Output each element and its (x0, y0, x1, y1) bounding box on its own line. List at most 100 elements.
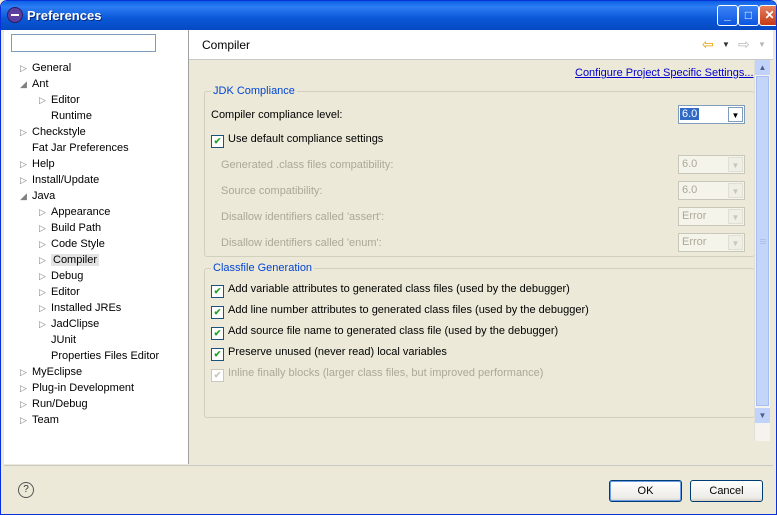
tree-item-properties-files-editor[interactable]: Properties Files Editor (39, 348, 159, 364)
page-header: Compiler ⇦ ▼ ⇨ ▼ (189, 30, 773, 60)
tree-item-label: Appearance (51, 206, 111, 218)
filter-input[interactable] (11, 34, 156, 52)
line-number-label: Add line number attributes to generated … (228, 304, 589, 316)
tree-item-code-style[interactable]: ▷ Code Style (39, 236, 105, 252)
tree-item-editor[interactable]: ▷ Editor (39, 284, 80, 300)
help-icon[interactable]: ? (18, 482, 34, 498)
collapsed-icon[interactable]: ▷ (39, 220, 51, 236)
source-file-name-label: Add source file name to generated class … (228, 325, 559, 337)
classfile-generation-legend: Classfile Generation (211, 262, 315, 274)
minimize-button[interactable]: _ (717, 5, 738, 26)
tree-item-appearance[interactable]: ▷ Appearance (39, 204, 110, 220)
variable-attributes-checkbox[interactable]: ✔ Add variable attributes to generated cl… (211, 282, 570, 298)
use-default-checkbox[interactable]: ✔ Use default compliance settings (211, 132, 384, 148)
collapsed-icon[interactable]: ▷ (39, 284, 51, 300)
compliance-level-label: Compiler compliance level: (211, 109, 343, 121)
maximize-button[interactable]: □ (738, 5, 759, 26)
preferences-window: Preferences _ □ ✕ ▷ General ◢ Ant ▷ Editor Run… (0, 0, 777, 515)
collapsed-icon[interactable]: ▷ (20, 60, 32, 76)
scroll-down-icon[interactable]: ▼ (755, 408, 770, 423)
checkmark-icon: ✔ (211, 348, 224, 361)
page-title: Compiler (202, 38, 251, 52)
back-dropdown-icon[interactable]: ▼ (722, 40, 730, 49)
collapsed-icon[interactable]: ▷ (20, 364, 32, 380)
enum-value: Error (682, 236, 707, 248)
back-arrow-icon[interactable]: ⇦ (702, 36, 714, 53)
expanded-icon[interactable]: ◢ (20, 188, 32, 204)
collapsed-icon[interactable]: ▷ (20, 412, 32, 428)
configure-project-link[interactable]: Configure Project Specific Settings... (575, 67, 754, 79)
collapsed-icon[interactable]: ▷ (39, 204, 51, 220)
preserve-unused-checkbox[interactable]: ✔ Preserve unused (never read) local vari… (211, 345, 447, 361)
assert-label: Disallow identifiers called 'assert': (221, 211, 385, 223)
tree-item-run-debug[interactable]: ▷ Run/Debug (20, 396, 88, 412)
scroll-thumb[interactable]: — — — (756, 76, 769, 406)
tree-item-label: JUnit (51, 334, 77, 346)
chevron-down-icon: ▼ (728, 209, 743, 224)
tree-item-jadclipse[interactable]: ▷ JadClipse (39, 316, 99, 332)
expanded-icon[interactable]: ◢ (20, 76, 32, 92)
tree-item-myeclipse[interactable]: ▷ MyEclipse (20, 364, 82, 380)
tree-item-general[interactable]: ▷ General (20, 60, 71, 76)
checkmark-icon: ✔ (211, 327, 224, 340)
tree-item-checkstyle[interactable]: ▷ Checkstyle (20, 124, 86, 140)
eclipse-icon (7, 7, 23, 23)
collapsed-icon[interactable]: ▷ (39, 92, 51, 108)
scroll-up-icon[interactable]: ▲ (755, 60, 770, 75)
cancel-button[interactable]: Cancel (690, 480, 763, 502)
tree-item-label: Ant (32, 78, 49, 90)
tree-item-junit[interactable]: JUnit (39, 332, 76, 348)
checkmark-icon: ✔ (211, 135, 224, 148)
tree-item-label: Editor (51, 286, 80, 298)
tree-item-help[interactable]: ▷ Help (20, 156, 55, 172)
checkmark-icon: ✔ (211, 369, 224, 382)
collapsed-icon[interactable]: ▷ (39, 252, 51, 268)
line-number-checkbox[interactable]: ✔ Add line number attributes to generated… (211, 303, 589, 319)
chevron-down-icon[interactable]: ▼ (728, 107, 743, 122)
variable-attributes-label: Add variable attributes to generated cla… (228, 283, 570, 295)
forward-arrow-icon[interactable]: ⇨ (738, 36, 750, 53)
close-button[interactable]: ✕ (759, 5, 776, 26)
collapsed-icon[interactable]: ▷ (20, 156, 32, 172)
tree-item-label: Install/Update (32, 174, 100, 186)
source-file-name-checkbox[interactable]: ✔ Add source file name to generated class… (211, 324, 559, 340)
collapsed-icon[interactable]: ▷ (39, 300, 51, 316)
tree-item-label: Fat Jar Preferences (32, 142, 129, 154)
tree-item-team[interactable]: ▷ Team (20, 412, 59, 428)
tree-item-plug-in-development[interactable]: ▷ Plug-in Development (20, 380, 134, 396)
window-title: Preferences (27, 8, 102, 23)
collapsed-icon[interactable]: ▷ (39, 268, 51, 284)
tree-item-install-update[interactable]: ▷ Install/Update (20, 172, 99, 188)
collapsed-icon[interactable]: ▷ (39, 236, 51, 252)
tree-item-label: Build Path (51, 222, 102, 234)
classfile-generation-group: Classfile Generation ✔ Add variable attri… (204, 262, 755, 418)
tree-item-editor[interactable]: ▷ Editor (39, 92, 80, 108)
tree-item-compiler[interactable]: ▷ Compiler (39, 252, 100, 268)
tree-item-java[interactable]: ◢ Java (20, 188, 55, 204)
tree-item-runtime[interactable]: Runtime (39, 108, 92, 124)
collapsed-icon[interactable]: ▷ (20, 124, 32, 140)
collapsed-icon[interactable]: ▷ (20, 380, 32, 396)
collapsed-icon[interactable]: ▷ (20, 172, 32, 188)
forward-dropdown-icon[interactable]: ▼ (758, 40, 766, 49)
vertical-scrollbar[interactable]: ▲ — — — ▼ (754, 60, 770, 441)
tree-item-debug[interactable]: ▷ Debug (39, 268, 83, 284)
dialog-footer: ? OK Cancel (4, 465, 773, 514)
collapsed-icon[interactable]: ▷ (20, 396, 32, 412)
tree-item-label: Java (32, 190, 56, 202)
checkmark-icon: ✔ (211, 285, 224, 298)
jdk-compliance-group: JDK Compliance Compiler compliance level… (204, 85, 755, 257)
tree-item-fat-jar-preferences[interactable]: Fat Jar Preferences (20, 140, 129, 156)
tree-item-label: Code Style (51, 238, 105, 250)
compliance-level-combo[interactable]: 6.0 ▼ (678, 105, 745, 124)
tree-item-label: Installed JREs (51, 302, 122, 314)
chevron-down-icon: ▼ (728, 157, 743, 172)
tree-item-build-path[interactable]: ▷ Build Path (39, 220, 101, 236)
tree-item-ant[interactable]: ◢ Ant (20, 76, 49, 92)
chevron-down-icon: ▼ (728, 183, 743, 198)
collapsed-icon[interactable]: ▷ (39, 316, 51, 332)
tree-item-installed-jres[interactable]: ▷ Installed JREs (39, 300, 121, 316)
use-default-label: Use default compliance settings (228, 133, 384, 145)
title-bar[interactable]: Preferences _ □ ✕ (1, 1, 776, 30)
ok-button[interactable]: OK (609, 480, 682, 502)
